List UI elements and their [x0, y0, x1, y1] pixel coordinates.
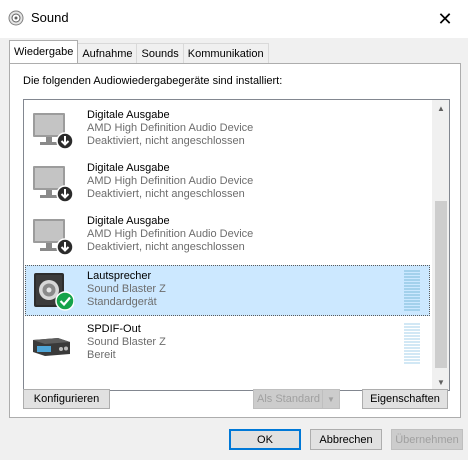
device-status: Bereit	[87, 349, 116, 361]
device-list-viewport: Digitale Ausgabe AMD High Definition Aud…	[24, 100, 433, 390]
device-status: Deaktiviert, nicht angeschlossen	[87, 135, 245, 147]
set-default-label: Als Standard	[257, 393, 320, 405]
volume-meter	[404, 270, 420, 312]
monitor-disabled-icon	[33, 113, 74, 150]
configure-button[interactable]: Konfigurieren	[23, 389, 110, 409]
device-name: Lautsprecher	[87, 270, 152, 282]
playback-panel: Die folgenden Audiowiedergabegeräte sind…	[9, 63, 461, 418]
device-driver: Sound Blaster Z	[87, 283, 166, 295]
device-driver: Sound Blaster Z	[87, 336, 166, 348]
device-status: Standardgerät	[87, 296, 157, 308]
device-driver: AMD High Definition Audio Device	[87, 228, 254, 240]
scrollbar-thumb[interactable]	[435, 201, 447, 368]
set-default-button: Als Standard ▼	[253, 389, 340, 409]
device-name: SPDIF-Out	[87, 323, 141, 335]
tab-sounds[interactable]: Sounds	[136, 43, 184, 63]
scroll-down-icon[interactable]: ▼	[433, 374, 449, 390]
tab-wiedergabe[interactable]: Wiedergabe	[9, 40, 79, 63]
close-icon: ✕	[437, 9, 453, 29]
device-status: Deaktiviert, nicht angeschlossen	[87, 188, 245, 200]
scroll-up-icon[interactable]: ▲	[433, 100, 449, 116]
speaker-default-icon	[34, 273, 74, 311]
ok-button[interactable]: OK	[229, 429, 301, 450]
spdif-device-icon	[33, 338, 70, 356]
sound-dialog: Sound ✕ Wiedergabe Aufnahme Sounds Kommu…	[0, 0, 468, 460]
device-status: Deaktiviert, nicht angeschlossen	[87, 241, 245, 253]
device-driver: AMD High Definition Audio Device	[87, 175, 254, 187]
list-item[interactable]: Digitale Ausgabe AMD High Definition Aud…	[25, 157, 430, 208]
list-item[interactable]: Digitale Ausgabe AMD High Definition Aud…	[25, 210, 430, 261]
device-list-scrollbar[interactable]: ▲ ▼	[432, 100, 449, 390]
device-name: Digitale Ausgabe	[87, 162, 170, 174]
close-button[interactable]: ✕	[422, 0, 468, 38]
list-item[interactable]: SPDIF-Out Sound Blaster Z Bereit	[25, 318, 430, 369]
apply-button: Übernehmen	[391, 429, 463, 450]
device-list[interactable]: Digitale Ausgabe AMD High Definition Aud…	[23, 99, 450, 391]
title-bar[interactable]: Sound ✕	[0, 0, 468, 38]
list-item-selected[interactable]: Lautsprecher Sound Blaster Z Standardger…	[25, 265, 430, 316]
device-name: Digitale Ausgabe	[87, 109, 170, 121]
chevron-down-icon: ▼	[322, 390, 339, 408]
cancel-button[interactable]: Abbrechen	[310, 429, 382, 450]
tab-kommunikation[interactable]: Kommunikation	[182, 43, 269, 63]
volume-meter	[404, 323, 420, 365]
window-title: Sound	[31, 10, 69, 25]
instruction-text: Die folgenden Audiowiedergabegeräte sind…	[23, 75, 283, 87]
properties-button[interactable]: Eigenschaften	[362, 389, 448, 409]
list-item[interactable]: Digitale Ausgabe AMD High Definition Aud…	[25, 104, 430, 155]
monitor-disabled-icon	[33, 166, 74, 203]
tab-aufnahme[interactable]: Aufnahme	[77, 43, 138, 63]
tab-strip: Wiedergabe Aufnahme Sounds Kommunikation	[9, 40, 269, 63]
speaker-app-icon	[8, 10, 24, 26]
device-driver: AMD High Definition Audio Device	[87, 122, 254, 134]
monitor-disabled-icon	[33, 219, 74, 256]
device-name: Digitale Ausgabe	[87, 215, 170, 227]
